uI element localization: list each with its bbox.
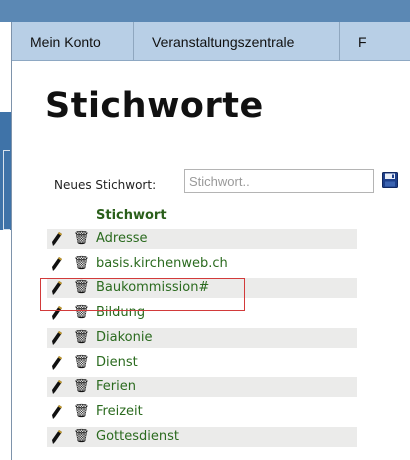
nav-item-veranstaltungszentrale[interactable]: Veranstaltungszentrale [134,22,340,60]
trash-icon[interactable]: 🗑 [73,379,90,395]
trash-icon[interactable]: 🗑 [73,355,90,371]
save-icon[interactable] [382,172,398,188]
trash-icon[interactable]: 🗑 [73,231,90,247]
left-frame-notch [3,150,10,230]
keyword-row: 🗑 Ferien [47,377,357,397]
keyword-link[interactable]: Freizeit [96,404,143,420]
pencil-icon[interactable] [51,231,63,247]
pencil-icon[interactable] [51,256,63,272]
keyword-link[interactable]: Diakonie [96,330,152,346]
trash-icon[interactable]: 🗑 [73,330,90,346]
keyword-link[interactable]: Adresse [96,231,148,247]
main-nav: Mein Konto Veranstaltungszentrale F [12,22,410,61]
keyword-row: 🗑 basis.kirchenweb.ch [47,254,357,274]
trash-icon[interactable]: 🗑 [73,404,90,420]
keyword-row: 🗑 Freizeit [47,402,357,422]
nav-item-truncated[interactable]: F [340,22,410,60]
pencil-icon[interactable] [51,379,63,395]
new-keyword-input[interactable] [184,169,374,193]
top-bar [0,0,410,22]
keyword-link[interactable]: Dienst [96,355,138,371]
new-keyword-label: Neues Stichwort: [54,178,157,192]
keyword-row: 🗑 Diakonie [47,328,357,348]
trash-icon[interactable]: 🗑 [73,429,90,445]
trash-icon[interactable]: 🗑 [73,256,90,272]
keyword-link[interactable]: Ferien [96,379,136,395]
nav-item-mein-konto[interactable]: Mein Konto [12,22,134,60]
page-title: Stichworte [45,86,264,126]
pencil-icon[interactable] [51,404,63,420]
highlight-box [40,278,245,311]
pencil-icon[interactable] [51,429,63,445]
column-header-stichwort: Stichwort [96,208,167,223]
keyword-row: 🗑 Dienst [47,353,357,373]
pencil-icon[interactable] [51,330,63,346]
keyword-row: 🗑 Gottesdienst [47,427,357,447]
left-frame [0,22,12,460]
pencil-icon[interactable] [51,355,63,371]
keyword-row: 🗑 Adresse [47,229,357,249]
keyword-link[interactable]: basis.kirchenweb.ch [96,256,228,272]
keyword-link[interactable]: Gottesdienst [96,429,179,445]
